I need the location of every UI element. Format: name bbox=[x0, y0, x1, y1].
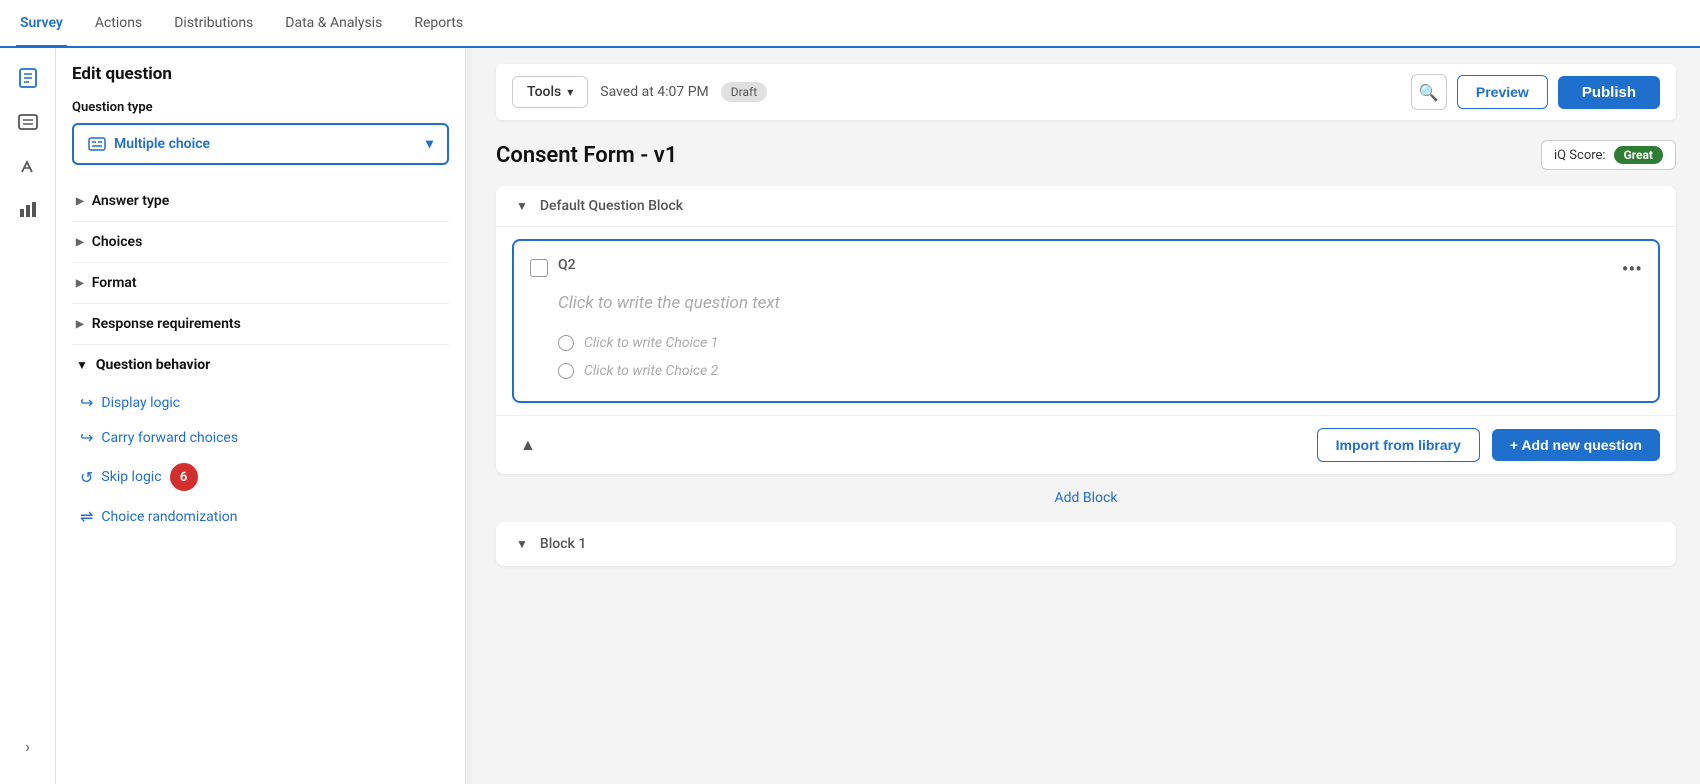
block-collapse-arrow[interactable]: ▲ bbox=[520, 435, 536, 455]
block-actions: ▲ Import from library + Add new question bbox=[496, 415, 1676, 474]
list-icon-btn[interactable] bbox=[10, 104, 46, 140]
section-answer-type[interactable]: ▶ Answer type bbox=[72, 181, 449, 222]
question-text-placeholder[interactable]: Click to write the question text bbox=[530, 293, 1642, 313]
survey-title: Consent Form - v1 bbox=[496, 143, 677, 168]
behavior-section-label: Question behavior bbox=[96, 357, 210, 373]
choice-randomization-icon: ⇌ bbox=[80, 507, 93, 526]
question-card-q2[interactable]: Q2 ••• Click to write the question text … bbox=[512, 239, 1660, 403]
choice-randomization-label: Choice randomization bbox=[101, 509, 237, 525]
block-1: ▼ Block 1 bbox=[496, 522, 1676, 566]
toolbar-right: 🔍 Preview Publish bbox=[1411, 74, 1660, 110]
add-block-link[interactable]: Add Block bbox=[1055, 490, 1118, 506]
block-header: ▼ Default Question Block bbox=[496, 186, 1676, 227]
toolbar: Tools ▾ Saved at 4:07 PM Draft 🔍 Preview… bbox=[496, 64, 1676, 120]
question-type-select[interactable]: Multiple choice ▾ bbox=[72, 123, 449, 165]
draft-badge: Draft bbox=[721, 82, 767, 102]
main-content: Tools ▾ Saved at 4:07 PM Draft 🔍 Preview… bbox=[472, 48, 1700, 784]
survey-title-row: Consent Form - v1 iQ Score: Great bbox=[496, 140, 1676, 170]
iq-score-label: iQ Score: bbox=[1554, 148, 1606, 163]
choice-row-2[interactable]: Click to write Choice 2 bbox=[530, 357, 1642, 385]
section-response-requirements-label: Response requirements bbox=[92, 316, 241, 332]
tab-reports[interactable]: Reports bbox=[410, 1, 467, 47]
edit-question-title: Edit question bbox=[72, 64, 449, 84]
skip-logic-badge: 6 bbox=[170, 463, 198, 491]
section-choices-label: Choices bbox=[92, 234, 143, 250]
section-format[interactable]: ▶ Format bbox=[72, 263, 449, 304]
default-question-block: ▼ Default Question Block Q2 ••• Click to… bbox=[496, 186, 1676, 474]
question-type-select-left: Multiple choice bbox=[88, 135, 210, 153]
iq-score-widget: iQ Score: Great bbox=[1541, 140, 1676, 170]
tools-label: Tools bbox=[527, 84, 561, 100]
chevron-down-icon: ▾ bbox=[426, 136, 433, 152]
display-logic-label: Display logic bbox=[101, 395, 180, 411]
top-navigation: Survey Actions Distributions Data & Anal… bbox=[0, 0, 1700, 48]
add-new-question-button[interactable]: + Add new question bbox=[1492, 429, 1660, 461]
block-1-collapse-icon[interactable]: ▼ bbox=[516, 537, 528, 551]
tools-button[interactable]: Tools ▾ bbox=[512, 76, 588, 108]
question-type-label: Question type bbox=[72, 100, 449, 115]
arrow-icon: ▶ bbox=[76, 196, 84, 207]
section-choices[interactable]: ▶ Choices bbox=[72, 222, 449, 263]
display-logic-icon: ↪ bbox=[80, 393, 93, 412]
section-format-label: Format bbox=[92, 275, 137, 291]
import-from-library-button[interactable]: Import from library bbox=[1317, 428, 1480, 462]
tab-data-analysis[interactable]: Data & Analysis bbox=[281, 1, 386, 47]
iq-score-value: Great bbox=[1614, 146, 1663, 164]
block-collapse-icon[interactable]: ▼ bbox=[516, 199, 528, 213]
tab-actions[interactable]: Actions bbox=[91, 1, 146, 47]
survey-icon-btn[interactable] bbox=[10, 60, 46, 96]
choice-radio-2 bbox=[558, 363, 574, 379]
main-layout: › Edit question Question type Multiple c… bbox=[0, 48, 1700, 784]
carry-forward-item[interactable]: ↪ Carry forward choices bbox=[76, 420, 445, 455]
skip-logic-icon: ↺ bbox=[80, 468, 93, 487]
tab-survey[interactable]: Survey bbox=[16, 1, 67, 47]
search-icon: 🔍 bbox=[1419, 83, 1439, 102]
arrow-icon: ▶ bbox=[76, 278, 84, 289]
choice-randomization-item[interactable]: ⇌ Choice randomization bbox=[76, 499, 445, 534]
paint-icon-btn[interactable] bbox=[10, 148, 46, 184]
question-behavior-section: ▼ Question behavior ↪ Display logic ↪ Ca… bbox=[72, 345, 449, 546]
chart-icon-btn[interactable] bbox=[10, 192, 46, 228]
sidebar-expand-btn[interactable]: › bbox=[10, 728, 46, 764]
question-checkbox[interactable] bbox=[530, 259, 548, 277]
behavior-title: ▼ Question behavior bbox=[76, 357, 445, 373]
choice-text-2: Click to write Choice 2 bbox=[584, 363, 718, 379]
preview-button[interactable]: Preview bbox=[1457, 75, 1548, 109]
section-response-requirements[interactable]: ▶ Response requirements bbox=[72, 304, 449, 345]
question-type-value: Multiple choice bbox=[114, 136, 210, 152]
arrow-icon: ▶ bbox=[76, 237, 84, 248]
add-block-row: Add Block bbox=[496, 490, 1676, 506]
block-1-header: ▼ Block 1 bbox=[496, 522, 1676, 566]
choice-row-1[interactable]: Click to write Choice 1 bbox=[530, 329, 1642, 357]
tools-chevron-icon: ▾ bbox=[567, 85, 573, 99]
chevron-down-icon-behavior: ▼ bbox=[76, 358, 88, 372]
arrow-icon: ▶ bbox=[76, 319, 84, 330]
block-title: Default Question Block bbox=[540, 198, 683, 214]
publish-button[interactable]: Publish bbox=[1558, 76, 1660, 109]
carry-forward-icon: ↪ bbox=[80, 428, 93, 447]
search-button[interactable]: 🔍 bbox=[1411, 74, 1447, 110]
carry-forward-label: Carry forward choices bbox=[101, 430, 238, 446]
icon-sidebar: › bbox=[0, 48, 56, 784]
block-1-title: Block 1 bbox=[540, 536, 586, 552]
tab-distributions[interactable]: Distributions bbox=[170, 1, 257, 47]
question-card-header: Q2 ••• bbox=[530, 257, 1642, 281]
section-answer-type-label: Answer type bbox=[92, 193, 170, 209]
skip-logic-item[interactable]: ↺ Skip logic 6 bbox=[76, 455, 445, 499]
left-panel: Edit question Question type Multiple cho… bbox=[56, 48, 466, 784]
display-logic-item[interactable]: ↪ Display logic bbox=[76, 385, 445, 420]
choice-text-1: Click to write Choice 1 bbox=[584, 335, 718, 351]
choice-radio-1 bbox=[558, 335, 574, 351]
skip-logic-label: Skip logic bbox=[101, 469, 161, 485]
question-id: Q2 bbox=[558, 257, 1622, 273]
saved-status: Saved at 4:07 PM bbox=[600, 84, 709, 100]
more-options-button[interactable]: ••• bbox=[1622, 257, 1642, 281]
